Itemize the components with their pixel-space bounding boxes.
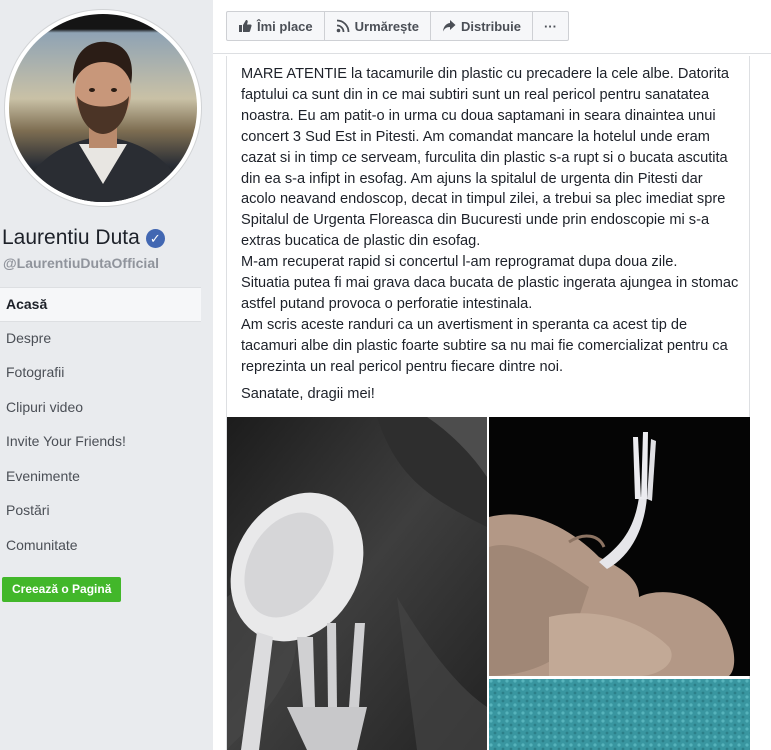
spoon-fork-image <box>227 417 487 750</box>
rss-icon <box>336 19 350 33</box>
more-icon: ··· <box>543 18 557 34</box>
verified-badge-icon: ✓ <box>145 228 165 248</box>
nav-item-invite-friends[interactable]: Invite Your Friends! <box>0 425 201 460</box>
texture-image <box>489 679 750 750</box>
page-nav: Acasă Despre Fotografii Clipuri video In… <box>0 287 201 563</box>
nav-item-events[interactable]: Evenimente <box>0 460 201 495</box>
nav-item-photos[interactable]: Fotografii <box>0 356 201 391</box>
create-page-button[interactable]: Creează o Pagină <box>2 577 122 602</box>
like-label: Îmi place <box>257 18 313 34</box>
post-paragraph: M-am recuperat rapid si concertul l-am r… <box>241 254 678 271</box>
post-photo-broken-fork[interactable] <box>489 417 750 676</box>
nav-item-posts[interactable]: Postări <box>0 494 201 529</box>
avatar-photo <box>19 41 187 202</box>
post-photo-spoon-fork[interactable] <box>227 417 487 750</box>
page-action-bar: Îmi place Urmărește Distribuie ··· <box>213 0 771 54</box>
page-name-text[interactable]: Laurentiu Duta <box>2 226 140 250</box>
post-paragraph: Am scris aceste randuri ca un avertismen… <box>241 316 728 375</box>
share-label: Distribuie <box>460 18 521 34</box>
post-card: MARE ATENTIE la tacamurile din plastic c… <box>226 56 750 750</box>
post-photo-texture[interactable] <box>489 679 750 750</box>
facebook-page: Laurentiu Duta ✓ @LaurentiuDutaOfficial … <box>0 0 771 750</box>
page-handle[interactable]: @LaurentiuDutaOfficial <box>3 255 159 271</box>
more-options-button[interactable]: ··· <box>533 12 568 40</box>
post-body: MARE ATENTIE la tacamurile din plastic c… <box>241 64 741 405</box>
nav-item-about[interactable]: Despre <box>0 322 201 357</box>
post-paragraph: Situatia putea fi mai grava daca bucata … <box>241 275 739 312</box>
share-arrow-icon <box>442 19 456 33</box>
thumbs-up-icon <box>238 19 252 33</box>
broken-fork-image <box>489 417 750 676</box>
post-closing: Sanatate, dragii mei! <box>241 385 375 402</box>
avatar[interactable] <box>9 14 197 202</box>
follow-label: Urmărește <box>354 18 419 34</box>
nav-item-home[interactable]: Acasă <box>0 287 201 322</box>
nav-item-videos[interactable]: Clipuri video <box>0 391 201 426</box>
page-sidebar: Laurentiu Duta ✓ @LaurentiuDutaOfficial … <box>0 0 213 750</box>
post-paragraph: MARE ATENTIE la tacamurile din plastic c… <box>241 66 730 250</box>
follow-button[interactable]: Urmărește <box>325 12 431 40</box>
main-content: Îmi place Urmărește Distribuie ··· MARE … <box>213 0 771 750</box>
page-name[interactable]: Laurentiu Duta ✓ <box>2 226 165 250</box>
action-buttons: Îmi place Urmărește Distribuie ··· <box>226 11 569 41</box>
share-button[interactable]: Distribuie <box>431 12 533 40</box>
like-button[interactable]: Îmi place <box>227 12 325 40</box>
profile-picture-frame[interactable] <box>5 10 201 206</box>
nav-item-community[interactable]: Comunitate <box>0 529 201 564</box>
